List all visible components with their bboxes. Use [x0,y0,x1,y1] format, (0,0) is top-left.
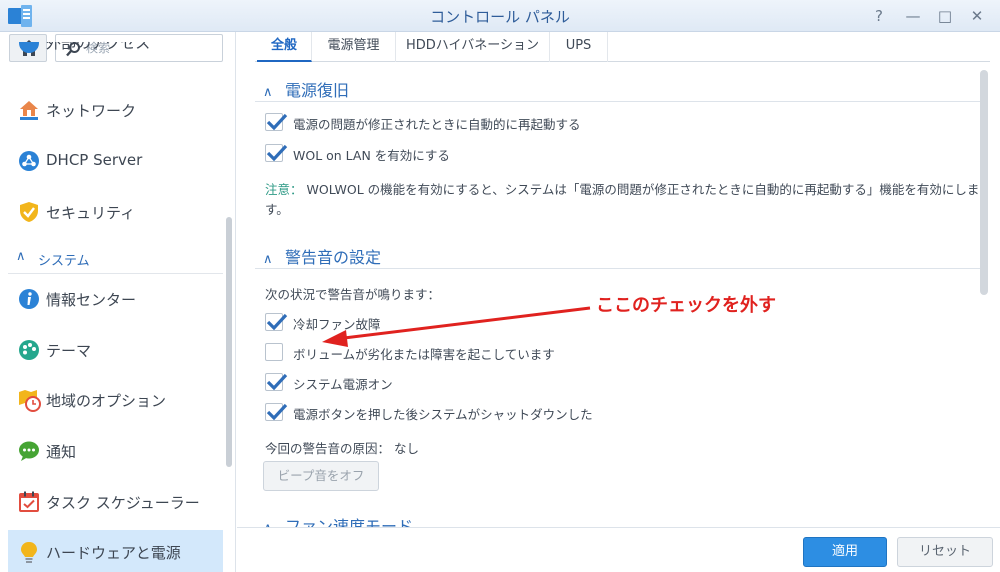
sidebar-item-notification[interactable]: 通知 [8,429,223,473]
checkmark-icon [266,113,288,131]
title-bar: コントロール パネル ? — □ ✕ [0,0,1000,32]
volume-degraded-checkbox[interactable] [265,343,283,361]
chevron-up-icon: ∧ [16,249,26,264]
checkmark-icon [266,373,288,391]
annotation-text: ここのチェックを外す [596,295,776,316]
sidebar-item-info-center[interactable]: 情報センター [8,277,223,321]
sidebar-item-network[interactable]: ネットワーク [8,88,223,132]
regional-clock-icon [18,389,41,412]
chevron-up-icon: ∧ [263,252,273,267]
beep-reason-value: なし [394,441,420,456]
palette-icon [18,339,40,361]
tab-power-management[interactable]: 電源管理 [312,32,396,62]
shield-icon [18,201,40,223]
auto-restart-checkbox[interactable] [265,113,288,131]
section-divider [255,101,980,102]
lightbulb-icon [18,541,40,563]
maximize-icon[interactable]: □ [932,4,958,28]
reset-button[interactable]: リセット [897,537,993,567]
checkmark-icon [266,313,288,331]
wol-checkbox[interactable] [265,144,288,162]
content-scrollbar[interactable] [980,70,988,295]
tab-general[interactable]: 全般 [257,32,312,62]
chat-bubble-icon [18,440,40,462]
sidebar-section-system[interactable]: ∧ システム [8,242,223,274]
note-label: 注意： [265,182,303,197]
beep-off-button[interactable]: ビープ音をオフ [263,461,379,491]
tab-ups[interactable]: UPS [550,32,608,62]
sidebar-item-theme[interactable]: テーマ [8,328,223,372]
network-house-icon [18,99,40,121]
wol-note: 注意： WOLWOL の機能を有効にすると、システムは「電源の問題が修正されたと… [265,182,980,197]
power-recovery-header[interactable]: ∧ 電源復旧 [263,77,349,103]
dhcp-icon [18,150,40,172]
sidebar-item-regional-options[interactable]: 地域のオプション [8,378,223,422]
close-icon[interactable]: ✕ [964,4,990,28]
footer-bar: 適用 リセット [237,527,1000,572]
sidebar-item-security[interactable]: セキュリティ [8,190,223,234]
sidebar-item-hardware-power[interactable]: ハードウェアと電源 [8,530,223,572]
system-power-on-checkbox[interactable] [265,373,288,391]
minimize-icon[interactable]: — [900,4,926,28]
shutdown-after-button-checkbox[interactable] [265,403,288,421]
section-divider [255,268,980,269]
beep-reason: 今回の警告音の原因： なし [265,441,420,456]
sidebar-scrollbar[interactable] [226,217,232,467]
fan-speed-header[interactable]: ∧ファン速度モード [263,513,413,527]
wol-note-continued: す。 [265,202,289,217]
apply-button[interactable]: 適用 [803,537,887,567]
fan-failure-checkbox[interactable] [265,313,288,331]
sidebar: 外部のアクセス ネットワーク DHCP Server [0,32,236,572]
window-title: コントロール パネル [430,8,570,26]
globe-icon [18,42,40,54]
beep-settings-header[interactable]: ∧ 警告音の設定 [263,244,381,270]
tab-bar: 全般 電源管理 HDDハイバネーション UPS [255,32,990,62]
help-icon[interactable]: ? [866,4,892,28]
checkmark-icon [266,144,288,162]
beep-intro: 次の状況で警告音が鳴ります： [265,287,441,302]
sidebar-item-external-access[interactable]: 外部のアクセス [8,42,223,72]
sidebar-item-dhcp-server[interactable]: DHCP Server [8,139,223,183]
chevron-up-icon: ∧ [263,85,273,100]
info-icon [18,288,40,310]
sidebar-item-task-scheduler[interactable]: タスク スケジューラー [8,480,223,524]
calendar-check-icon [18,491,40,513]
tab-hdd-hibernation[interactable]: HDDハイバネーション [396,32,550,62]
checkmark-icon [266,403,288,421]
